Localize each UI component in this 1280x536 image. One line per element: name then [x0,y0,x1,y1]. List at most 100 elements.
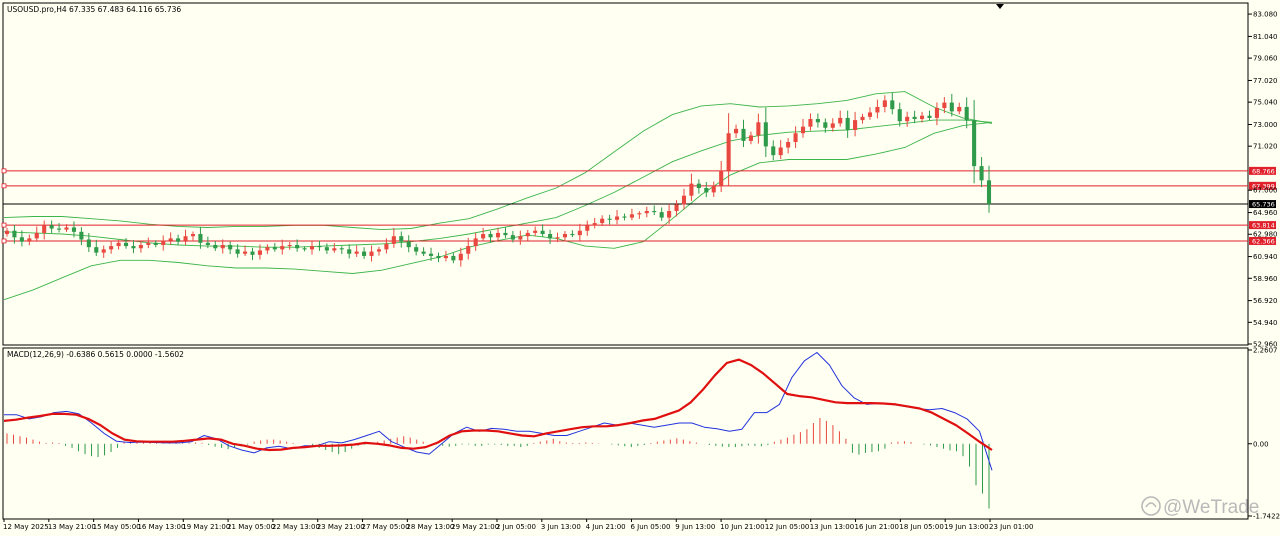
candle-body [436,255,441,259]
candle-body [659,212,664,218]
price-tick-label: 73.000 [1253,121,1278,129]
candle-body [882,100,887,107]
candle-body [518,236,523,240]
time-tick-label: 27 May 05:00 [362,523,410,531]
price-tick-label: 62.980 [1253,231,1278,239]
candle-body [138,244,143,249]
candle-body [815,119,820,123]
candle-body [384,243,389,250]
candle-body [451,255,456,261]
candle-body [949,102,954,112]
candle-body [42,225,47,233]
candle-body [823,122,828,128]
candle-body [34,232,39,239]
candle-body [324,247,329,251]
candle-body [741,128,746,141]
candle-body [800,126,806,134]
time-tick-label: 3 Jun 13:00 [541,523,581,531]
candle-body [540,230,545,235]
watermark-text: @WeTrade [1163,497,1259,518]
wetrade-logo: @WeTrade [1141,496,1259,518]
candle-body [309,246,315,250]
time-tick-label: 13 Jun 13:00 [810,523,854,531]
time-tick-label: 15 May 05:00 [93,523,141,531]
candle-body [71,227,77,232]
candle-body [19,237,24,242]
candle-body [488,234,493,238]
candle-body [510,235,515,240]
price-tick-label: 81.040 [1253,33,1278,41]
candle-body [555,237,560,239]
candle-body [131,246,136,249]
price-tick-label: 64.960 [1253,209,1278,217]
chart-canvas: 68.76667.39963.81462.36665.736 83.08081.… [1,2,1280,531]
candle-body [57,228,62,230]
time-tick-label: 10 Jun 21:00 [720,523,764,531]
candle-body [168,238,173,241]
chart-shift-marker[interactable] [996,4,1004,9]
candle-body [600,218,605,224]
time-tick-label: 18 Jun 05:00 [899,523,943,531]
candle-body [362,251,367,256]
candle-body [228,244,233,250]
candle-body [161,240,166,245]
candle-body [890,100,895,110]
candle-body [153,242,158,245]
candle-body [176,238,181,242]
candle-body [652,211,657,213]
macd-tick-label: 0.00 [1253,440,1269,448]
candle-body [734,128,739,134]
candle-body [27,238,32,242]
candle-body [146,242,151,245]
candle-body [421,251,426,254]
candle-body [183,236,188,242]
price-axis: 83.080 81.040 79.060 77.020 75.040 73.000 71.0… [1248,11,1278,349]
candle-body [12,230,17,238]
candle-body [116,242,121,247]
candle-body [265,247,270,251]
time-tick-label: 23 Jun 01:00 [989,523,1033,531]
price-tick-label: 79.060 [1253,55,1278,63]
candle-body [644,211,649,214]
time-tick-label: 28 May 13:00 [406,523,454,531]
candle-body [696,183,701,189]
candle-body [272,247,277,250]
price-tick-label: 58.960 [1253,275,1278,283]
candle-body [689,183,694,196]
candle-body [399,236,404,242]
price-tick-label: 67.000 [1253,187,1278,195]
macd-signal-line [3,358,993,452]
bollinger-lower-line [3,121,993,301]
candle-body [302,248,307,250]
candle-body [94,247,99,253]
time-tick-label: 22 May 13:00 [272,523,320,531]
candle-body [473,238,478,247]
time-tick-label: 6 Jun 05:00 [630,523,670,531]
logo-icon [1141,496,1161,516]
candle-body [49,225,54,229]
candle-body [853,120,858,130]
candle-body [972,120,977,167]
time-tick-label: 13 May 21:00 [48,523,96,531]
price-tick-label: 83.080 [1253,11,1278,19]
candle-body [332,248,337,251]
candle-body [79,231,84,240]
candle-body [369,251,374,256]
candle-body [443,255,448,259]
candle-body [481,234,486,239]
time-tick-label: 19 May 21:00 [182,523,230,531]
candles [4,92,992,267]
candle-body [347,249,352,254]
bollinger-bands [3,91,993,301]
candle-body [466,246,471,254]
time-tick-label: 29 May 21:00 [451,523,499,531]
candle-body [957,106,962,112]
candle-body [726,133,731,171]
macd-tick-label: 2.2607 [1253,347,1278,355]
candle-body [295,244,300,249]
candle-body [243,251,248,254]
macd-indicator: 2.26070.00-1.7422 [3,347,1280,521]
candle-body [919,115,925,120]
level-handle [1,168,7,174]
candle-body [637,213,642,215]
